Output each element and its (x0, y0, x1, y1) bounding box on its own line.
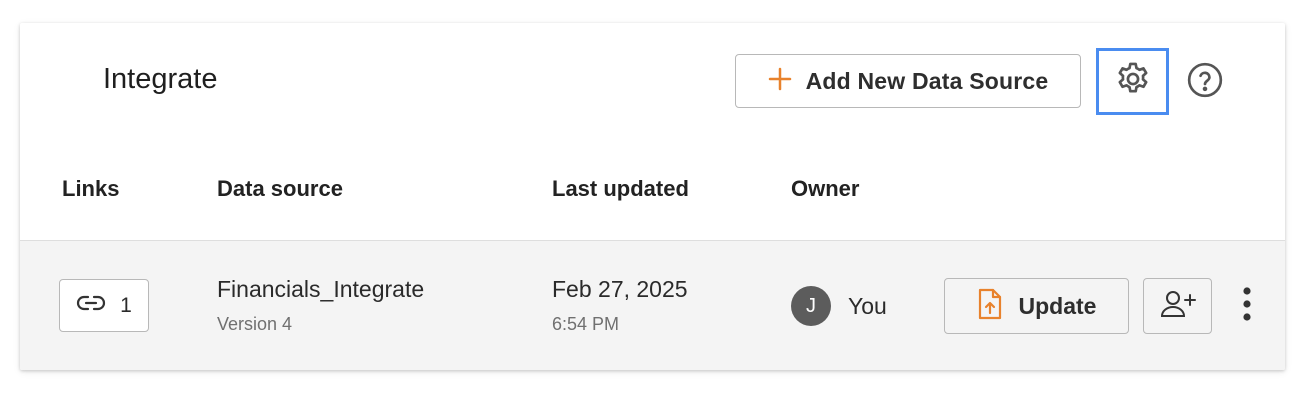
help-button[interactable] (1185, 62, 1225, 102)
table-row: 1 Financials_Integrate Version 4 Feb 27,… (20, 240, 1285, 370)
column-header-last-updated: Last updated (552, 176, 689, 201)
column-header-links: Links (62, 176, 120, 201)
add-new-data-source-button[interactable]: Add New Data Source (735, 54, 1081, 108)
last-updated-time: 6:54 PM (552, 314, 620, 334)
data-source-name[interactable]: Financials_Integrate (217, 276, 424, 303)
gear-icon (1114, 60, 1152, 103)
column-header-owner: Owner (791, 176, 860, 201)
links-count: 1 (120, 293, 132, 317)
avatar: J (791, 286, 831, 326)
kebab-menu-icon (1243, 286, 1251, 326)
more-options-button[interactable] (1232, 286, 1262, 326)
add-user-button[interactable] (1143, 278, 1212, 334)
page-title: Integrate (103, 63, 218, 95)
owner-name: You (848, 293, 887, 319)
plus-icon (768, 67, 792, 96)
update-button[interactable]: Update (944, 278, 1129, 334)
column-header-data-source: Data source (217, 176, 343, 201)
update-label: Update (1018, 292, 1097, 319)
add-user-icon (1159, 289, 1197, 324)
last-updated-date: Feb 27, 2025 (552, 276, 688, 302)
add-new-data-source-label: Add New Data Source (805, 67, 1049, 94)
settings-button[interactable] (1096, 48, 1169, 115)
integrate-card: Integrate Add New Data Source Links Data… (20, 23, 1285, 370)
links-button[interactable]: 1 (59, 279, 149, 332)
link-icon (76, 294, 106, 317)
help-circle-icon (1186, 61, 1224, 104)
file-upload-icon (977, 288, 1003, 325)
data-source-version: Version 4 (217, 314, 293, 334)
